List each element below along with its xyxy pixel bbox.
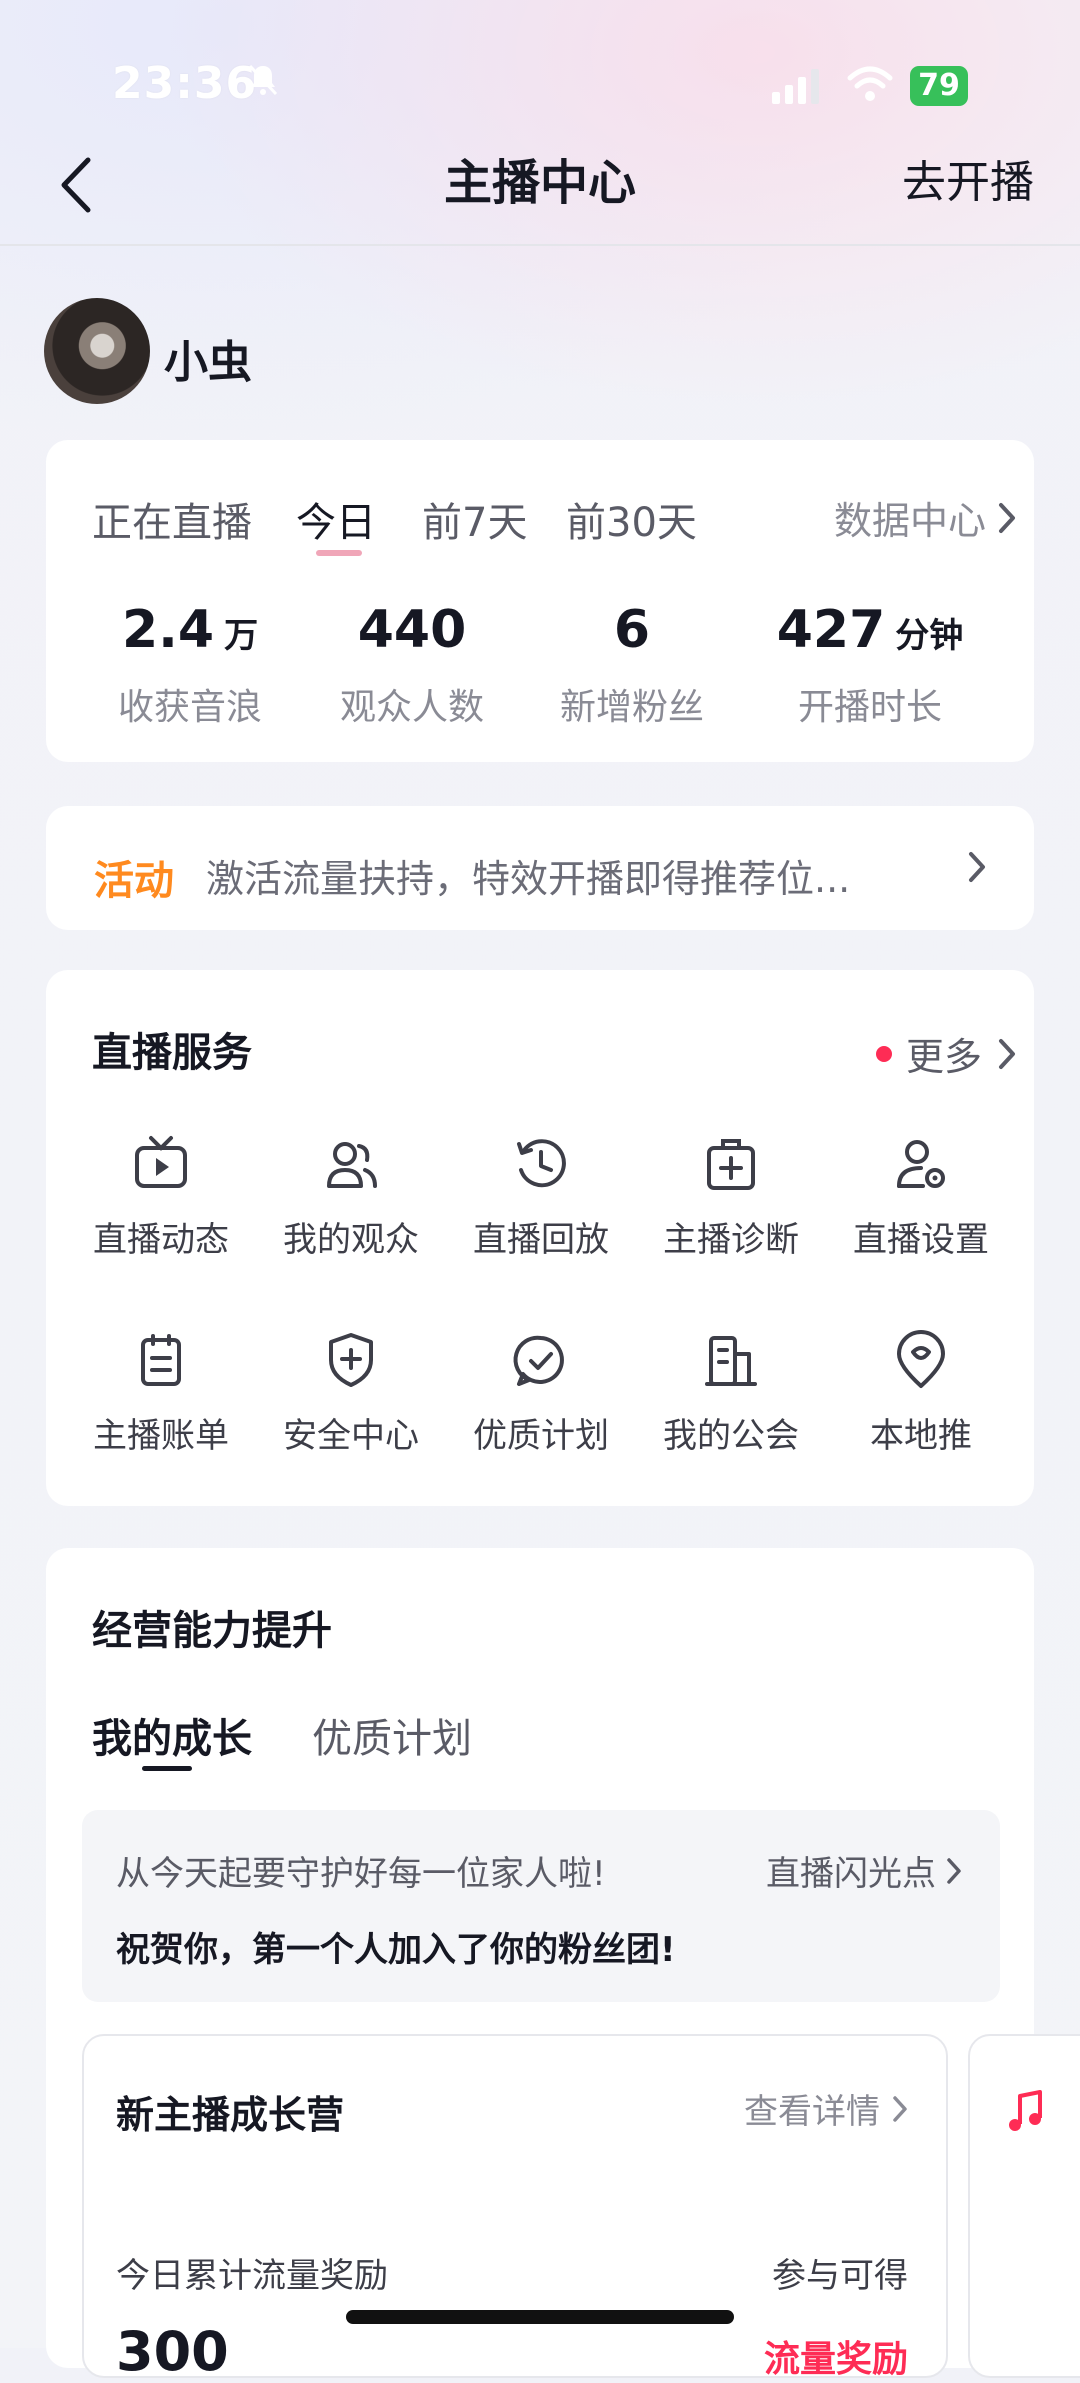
service-safety-center[interactable]: 安全中心 [256,1330,446,1457]
more-label: 更多 [905,1035,982,1079]
highlight-link[interactable]: 直播闪光点 [766,1846,964,1895]
status-time: 23:36 [112,58,258,109]
tab-today-underline [316,550,362,556]
tab-live-now[interactable]: 正在直播 [92,490,252,548]
building-icon [705,1336,757,1386]
stat-label: 新增粉丝 [559,687,704,728]
history-clock-icon [517,1139,566,1188]
stat-value: 2.4 [121,600,215,660]
users-icon [327,1142,377,1188]
wifi-icon [847,66,893,101]
live-service-title: 直播服务 [92,1030,252,1076]
chevron-right-icon [947,1857,961,1884]
service-label: 安全中心 [283,1416,419,1456]
service-live-settings[interactable]: 直播设置 [826,1134,1016,1261]
stats-tabs: 正在直播 今日 前7天 前30天 [92,490,712,556]
stat-unit: 分钟 [895,616,964,656]
service-live-replay[interactable]: 直播回放 [446,1134,636,1261]
mute-bell-icon [248,64,278,96]
more-button[interactable]: 更多 [875,1026,1018,1081]
growth-tab-underline [142,1766,192,1771]
tab-quality-plan[interactable]: 优质计划 [312,1706,472,1764]
service-my-guild[interactable]: 我的公会 [636,1330,826,1457]
camp-reward-amount: 300 [116,2320,229,2383]
next-card-peek[interactable] [968,2034,1080,2378]
service-live-feed[interactable]: 直播动态 [66,1134,256,1261]
music-note-icon [1009,2090,1042,2131]
service-label: 我的观众 [283,1220,419,1260]
service-label: 本地推 [870,1416,972,1456]
medical-kit-icon [707,1139,755,1190]
home-indicator[interactable] [346,2310,734,2324]
user-settings-icon [897,1140,945,1188]
tv-play-icon [135,1136,187,1188]
stat-value: 427 [776,600,886,660]
service-label: 主播诊断 [663,1220,799,1260]
service-label: 我的公会 [663,1416,799,1456]
stat-label: 观众人数 [339,687,484,728]
service-label: 直播设置 [853,1220,989,1260]
tab-7-days[interactable]: 前7天 [422,490,527,548]
data-center-label: 数据中心 [833,499,986,543]
data-center-link[interactable]: 数据中心 [834,490,1018,545]
chevron-right-icon [893,2095,907,2122]
tab-30-days[interactable]: 前30天 [566,490,697,548]
growth-notice [82,1810,1000,2002]
service-my-audience[interactable]: 我的观众 [256,1134,446,1261]
check-bubble-icon [513,1335,564,1386]
stat-label: 收获音浪 [117,687,262,728]
view-details-label: 查看详情 [744,2092,880,2132]
service-streamer-bill[interactable]: 主播账单 [66,1330,256,1457]
growth-title: 经营能力提升 [92,1608,332,1654]
location-pin-icon [897,1330,945,1388]
clipboard-bill-icon [141,1334,181,1386]
view-details-link[interactable]: 查看详情 [744,2084,910,2133]
chevron-right-icon [999,502,1015,533]
highlight-link-label: 直播闪光点 [766,1854,936,1894]
stat-viewers[interactable]: 440 观众人数 [312,600,512,730]
service-label: 主播账单 [93,1416,229,1456]
service-label: 优质计划 [473,1416,609,1456]
stat-live-duration[interactable]: 427 分钟 开播时长 [770,600,970,730]
service-local-promotion[interactable]: 本地推 [826,1330,1016,1457]
service-quality-plan[interactable]: 优质计划 [446,1330,636,1457]
notification-dot [875,1045,892,1062]
stat-label: 开播时长 [797,687,942,728]
stat-new-fans[interactable]: 6 新增粉丝 [532,600,732,730]
stat-value: 440 [357,600,467,660]
username: 小虫 [164,337,252,388]
battery-indicator: 79 [910,66,968,106]
stat-unit: 万 [224,616,259,656]
stat-sound-waves[interactable]: 2.4 万 收获音浪 [90,600,290,730]
activity-text: 激活流量扶持，特效开播即得推荐位... [206,857,851,901]
shield-plus-icon [329,1333,373,1387]
service-label: 直播动态 [93,1220,229,1260]
signal-icon [772,69,819,104]
chevron-right-icon [969,852,985,882]
go-live-button[interactable]: 去开播 [902,150,1034,216]
camp-reward-name: 流量奖励 [763,2339,908,2380]
activity-tag: 活动 [94,858,174,904]
camp-title: 新主播成长营 [116,2093,345,2137]
chevron-right-icon [999,1038,1015,1069]
nav-divider [0,244,1080,246]
notice-line-2: 祝贺你，第一个人加入了你的粉丝团! [116,1930,676,1970]
notice-line-1: 从今天起要守护好每一位家人啦! [116,1854,606,1894]
camp-join-label: 参与可得 [772,2256,908,2296]
camp-reward-label: 今日累计流量奖励 [116,2256,388,2296]
tab-today[interactable]: 今日 [296,490,376,548]
service-label: 直播回放 [473,1220,609,1260]
service-streamer-diagnosis[interactable]: 主播诊断 [636,1134,826,1261]
stat-value: 6 [613,600,651,660]
avatar[interactable] [44,298,150,404]
tab-my-growth[interactable]: 我的成长 [92,1706,252,1764]
